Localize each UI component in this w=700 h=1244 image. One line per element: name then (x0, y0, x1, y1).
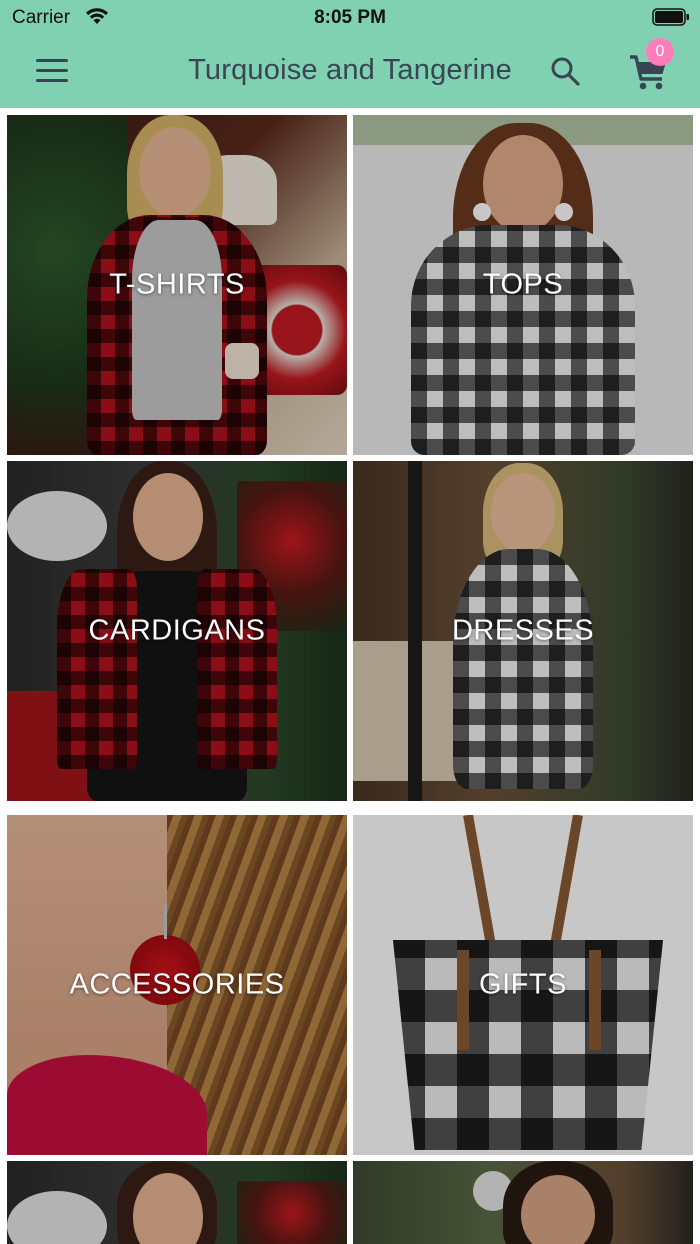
category-tile-dresses[interactable]: DRESSES (353, 461, 693, 801)
cart-count-badge: 0 (646, 38, 674, 66)
nav-bar: Turquoise and Tangerine (0, 36, 700, 108)
app-title: Turquoise and Tangerine (188, 54, 512, 86)
category-label: DRESSES (451, 614, 595, 647)
category-label: GIFTS (479, 968, 567, 1001)
category-tile-partial-right[interactable] (353, 1161, 693, 1244)
menu-icon[interactable] (34, 56, 72, 86)
category-label: TOPS (482, 268, 564, 301)
top-bar: Carrier 8:05 PM Turquoise and Tangerine (0, 0, 700, 108)
category-tile-tops[interactable]: TOPS (353, 115, 693, 455)
category-label: T-SHIRTS (109, 268, 245, 301)
category-tile-cardigans[interactable]: CARDIGANS (7, 461, 347, 801)
search-icon[interactable] (548, 54, 582, 88)
category-label: ACCESSORIES (69, 968, 285, 1001)
category-tile-gifts[interactable]: GIFTS (353, 815, 693, 1155)
category-label: CARDIGANS (88, 614, 266, 647)
clock: 8:05 PM (314, 7, 386, 28)
status-bar: Carrier 8:05 PM (0, 0, 700, 36)
category-tile-partial-left[interactable] (7, 1161, 347, 1244)
battery-icon (652, 8, 689, 26)
category-tile-accessories[interactable]: ACCESSORIES (7, 815, 347, 1155)
category-tile-tshirts[interactable]: T-SHIRTS (7, 115, 347, 455)
